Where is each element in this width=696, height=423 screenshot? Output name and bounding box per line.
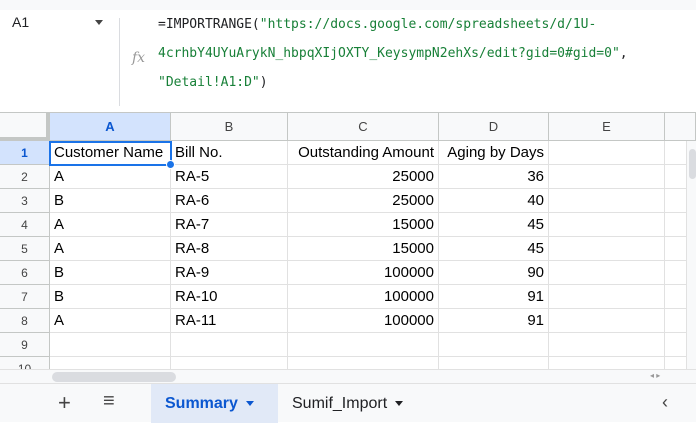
column-header-c[interactable]: C [288, 113, 439, 141]
add-sheet-button[interactable]: + [58, 390, 71, 416]
formula-string: 4crhbY4UYuArykN_hbpqXIjOXTY_KeysympN2ehX… [158, 46, 620, 61]
vertical-scrollbar[interactable] [686, 141, 696, 369]
cell-A6[interactable]: B [50, 261, 171, 285]
cell-D9[interactable] [439, 333, 549, 357]
horizontal-scrollbar[interactable]: ◂ ▸ [0, 369, 696, 383]
formula-string: "Detail!A1:D" [158, 75, 260, 90]
row-header[interactable]: 1 [0, 141, 50, 165]
cell-B8[interactable]: RA-11 [171, 309, 288, 333]
cell-B2[interactable]: RA-5 [171, 165, 288, 189]
tab-label: Summary [165, 395, 238, 412]
cell-C8[interactable]: 100000 [288, 309, 439, 333]
cell-E7[interactable] [549, 285, 665, 309]
cell-A1[interactable]: Customer Name [50, 141, 171, 165]
cell-A4[interactable]: A [50, 213, 171, 237]
toolbar-strip [0, 0, 696, 10]
tab-sumif-import[interactable]: Sumif_Import [278, 384, 417, 423]
row-header[interactable]: 10 [0, 357, 50, 369]
cell-E9[interactable] [549, 333, 665, 357]
cell-B4[interactable]: RA-7 [171, 213, 288, 237]
cell-B10[interactable] [171, 357, 288, 369]
cell-B5[interactable]: RA-8 [171, 237, 288, 261]
cell-A9[interactable] [50, 333, 171, 357]
formula-string: "https://docs.google.com/spreadsheets/d/… [259, 17, 597, 32]
cell-D6[interactable]: 90 [439, 261, 549, 285]
scroll-arrows[interactable]: ◂ ▸ [650, 371, 660, 380]
cell-D1[interactable]: Aging by Days [439, 141, 549, 165]
cell-D3[interactable]: 40 [439, 189, 549, 213]
formula-input[interactable]: =IMPORTRANGE("https://docs.google.com/sp… [158, 10, 628, 97]
cell-E3[interactable] [549, 189, 665, 213]
all-sheets-button[interactable]: ≡ [103, 390, 115, 413]
cell-E4[interactable] [549, 213, 665, 237]
row-header[interactable]: 9 [0, 333, 50, 357]
cell-E8[interactable] [549, 309, 665, 333]
cell-B9[interactable] [171, 333, 288, 357]
cell-C2[interactable]: 25000 [288, 165, 439, 189]
cell-A10[interactable] [50, 357, 171, 369]
cell-D2[interactable]: 36 [439, 165, 549, 189]
column-header-a[interactable]: A [50, 113, 171, 141]
cell-E10[interactable] [549, 357, 665, 369]
cell-A8[interactable]: A [50, 309, 171, 333]
row-header[interactable]: 7 [0, 285, 50, 309]
cell-A3[interactable]: B [50, 189, 171, 213]
formula-close: ) [259, 75, 268, 90]
cell-E1[interactable] [549, 141, 665, 165]
row-header[interactable]: 8 [0, 309, 50, 333]
cell-A5[interactable]: A [50, 237, 171, 261]
cell-C7[interactable]: 100000 [288, 285, 439, 309]
cell-B7[interactable]: RA-10 [171, 285, 288, 309]
cell-C4[interactable]: 15000 [288, 213, 439, 237]
cell-A2[interactable]: A [50, 165, 171, 189]
cell-C5[interactable]: 15000 [288, 237, 439, 261]
row-header[interactable]: 6 [0, 261, 50, 285]
cell-E6[interactable] [549, 261, 665, 285]
cell-D5[interactable]: 45 [439, 237, 549, 261]
cell-D10[interactable] [439, 357, 549, 369]
fill-handle[interactable] [166, 160, 175, 169]
column-header-f[interactable] [665, 113, 696, 141]
select-all-corner[interactable] [0, 113, 50, 141]
cell-C3[interactable]: 25000 [288, 189, 439, 213]
tab-label: Sumif_Import [292, 395, 388, 412]
row-header[interactable]: 2 [0, 165, 50, 189]
column-header-b[interactable]: B [171, 113, 288, 141]
caret-down-icon[interactable] [245, 401, 254, 407]
cell-D4[interactable]: 45 [439, 213, 549, 237]
cell-A7[interactable]: B [50, 285, 171, 309]
divider [119, 18, 120, 106]
tab-summary[interactable]: Summary [151, 384, 278, 423]
cell-D8[interactable]: 91 [439, 309, 549, 333]
cell-D7[interactable]: 91 [439, 285, 549, 309]
caret-down-icon[interactable] [395, 401, 404, 407]
cell-E5[interactable] [549, 237, 665, 261]
cell-C9[interactable] [288, 333, 439, 357]
scrollbar-thumb[interactable] [52, 372, 176, 382]
chevron-left-icon[interactable]: ‹ [662, 392, 668, 413]
cell-E2[interactable] [549, 165, 665, 189]
fx-icon: fx [132, 50, 146, 66]
column-header-d[interactable]: D [439, 113, 549, 141]
formula-function: =IMPORTRANGE( [158, 17, 260, 32]
cell-C6[interactable]: 100000 [288, 261, 439, 285]
row-header[interactable]: 5 [0, 237, 50, 261]
column-header-e[interactable]: E [549, 113, 665, 141]
cell-B1[interactable]: Bill No. [171, 141, 288, 165]
formula-comma: , [619, 46, 628, 61]
spreadsheet-grid[interactable]: A B C D E 1 Customer Name Bill No. Outstanding A… [0, 112, 696, 369]
row-header[interactable]: 3 [0, 189, 50, 213]
cell-C1[interactable]: Outstanding Amount [288, 141, 439, 165]
cell-B3[interactable]: RA-6 [171, 189, 288, 213]
name-box[interactable]: A1 [12, 14, 29, 30]
name-box-dropdown-icon[interactable] [95, 20, 103, 25]
cell-C10[interactable] [288, 357, 439, 369]
row-header[interactable]: 4 [0, 213, 50, 237]
sheet-tab-bar: + ≡ Summary Sumif_Import ‹ [0, 383, 696, 423]
cell-B6[interactable]: RA-9 [171, 261, 288, 285]
scrollbar-thumb[interactable] [689, 149, 696, 179]
